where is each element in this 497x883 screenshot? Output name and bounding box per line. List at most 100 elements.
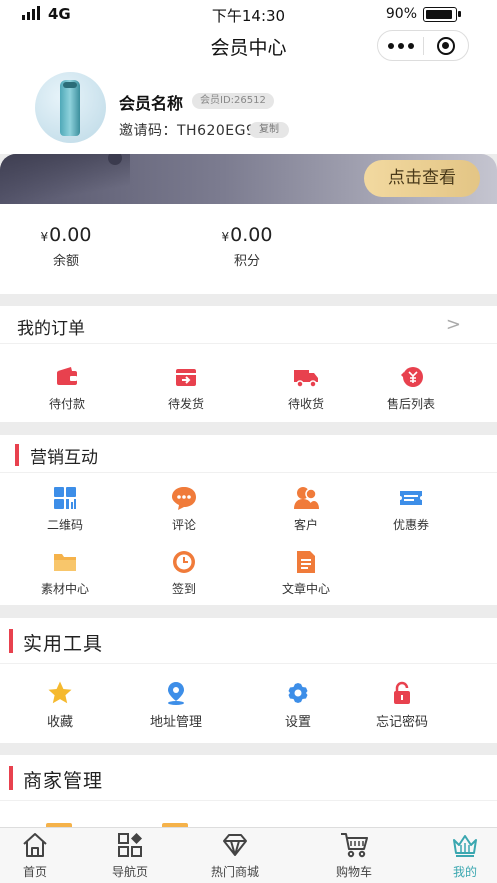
marketing-item-customer[interactable]: 客户 bbox=[261, 485, 351, 533]
home-icon bbox=[23, 833, 47, 857]
order-item-pending-payment[interactable]: 待付款 bbox=[22, 364, 112, 412]
marketing-item-checkin[interactable]: 签到 bbox=[139, 549, 229, 597]
marketing-item-label: 客户 bbox=[293, 518, 318, 532]
tab-label: 热门商城 bbox=[210, 865, 259, 879]
orders-section: 我的订单 > 待付款 待发货 待收货 售后列表 bbox=[0, 306, 497, 422]
copy-button[interactable]: 复制 bbox=[249, 122, 289, 138]
marketing-item-label: 文章中心 bbox=[281, 582, 330, 596]
status-bar: 4G 下午14:30 90% bbox=[0, 0, 497, 28]
order-item-pending-shipment[interactable]: 待发货 bbox=[141, 364, 231, 412]
member-name: 会员名称 bbox=[119, 94, 184, 113]
qrcode-icon bbox=[54, 487, 76, 509]
tools-section: 实用工具 收藏 地址管理 设置 忘记密码 bbox=[0, 618, 497, 743]
tab-label: 首页 bbox=[22, 865, 47, 879]
tab-home[interactable]: 首页 bbox=[0, 831, 75, 880]
clock-icon bbox=[173, 551, 195, 573]
tool-item-label: 收藏 bbox=[46, 715, 73, 730]
close-target-icon[interactable] bbox=[424, 36, 468, 55]
lock-icon bbox=[394, 681, 410, 704]
chevron-right-icon[interactable]: > bbox=[446, 314, 461, 335]
location-icon bbox=[168, 682, 184, 705]
member-center-page: 4G 下午14:30 90% 会员中心 会员名称 会员ID:26512 邀请码：… bbox=[0, 0, 497, 883]
marketing-item-label: 素材中心 bbox=[40, 582, 89, 596]
section-accent-bar bbox=[9, 629, 13, 653]
diamond-icon bbox=[223, 834, 247, 856]
tool-item-settings[interactable]: 设置 bbox=[253, 680, 343, 730]
order-item-pending-receipt[interactable]: 待收货 bbox=[261, 364, 351, 412]
tool-item-label: 忘记密码 bbox=[375, 715, 428, 730]
merchant-header: 商家管理 bbox=[0, 755, 497, 801]
tab-mine[interactable]: 我的 bbox=[425, 831, 497, 880]
refund-icon bbox=[401, 367, 423, 387]
truck-icon bbox=[294, 370, 318, 388]
marketing-item-comment[interactable]: 评论 bbox=[139, 485, 229, 533]
points-stat[interactable]: ¥0.00 积分 bbox=[187, 224, 307, 269]
marketing-item-label: 评论 bbox=[171, 518, 196, 532]
balance-value: ¥0.00 bbox=[40, 224, 92, 246]
balance-stat[interactable]: ¥0.00 余额 bbox=[6, 224, 126, 269]
tools-title: 实用工具 bbox=[23, 633, 104, 655]
tab-hot-mall[interactable]: 热门商城 bbox=[195, 831, 275, 880]
profile-header: 会员名称 会员ID:26512 邀请码：TH620EG9 复制 bbox=[0, 66, 497, 154]
crown-icon bbox=[453, 835, 477, 857]
orders-header[interactable]: 我的订单 > bbox=[0, 306, 497, 344]
customer-icon bbox=[294, 487, 319, 509]
tab-cart[interactable]: 购物车 bbox=[314, 831, 394, 880]
gear-icon bbox=[288, 683, 308, 703]
invite-code: 邀请码：TH620EG9 bbox=[119, 123, 256, 139]
balance-label: 余额 bbox=[52, 254, 79, 269]
coupon-icon bbox=[400, 491, 422, 505]
wallet-icon bbox=[57, 367, 77, 385]
member-id-badge: 会员ID:26512 bbox=[192, 93, 274, 109]
battery-icon bbox=[423, 7, 461, 22]
tab-navigation[interactable]: 导航页 bbox=[90, 831, 170, 880]
points-value: ¥0.00 bbox=[221, 224, 273, 246]
tool-item-favorites[interactable]: 收藏 bbox=[15, 680, 105, 730]
tools-header: 实用工具 bbox=[0, 618, 497, 664]
member-banner: 点击查看 bbox=[0, 154, 497, 204]
cart-icon bbox=[341, 833, 368, 858]
folder-icon bbox=[54, 554, 76, 571]
star-icon bbox=[48, 681, 72, 704]
article-icon bbox=[297, 551, 315, 573]
grid-icon bbox=[118, 833, 142, 857]
tool-item-forgot-password[interactable]: 忘记密码 bbox=[357, 680, 447, 730]
avatar[interactable] bbox=[35, 72, 106, 143]
box-icon bbox=[176, 369, 196, 386]
order-item-label: 待收货 bbox=[287, 397, 324, 411]
comment-icon bbox=[172, 487, 196, 510]
marketing-item-coupon[interactable]: 优惠券 bbox=[366, 485, 456, 533]
view-button[interactable]: 点击查看 bbox=[364, 160, 480, 197]
tool-item-label: 设置 bbox=[284, 715, 311, 730]
marketing-item-label: 优惠券 bbox=[392, 518, 429, 532]
order-item-label: 售后列表 bbox=[386, 397, 435, 411]
points-label: 积分 bbox=[233, 254, 260, 269]
order-item-label: 待发货 bbox=[167, 397, 204, 411]
nav-bar: 会员中心 bbox=[0, 28, 497, 66]
battery-percent: 90% bbox=[385, 6, 417, 22]
tab-label: 我的 bbox=[452, 865, 477, 879]
marketing-item-label: 二维码 bbox=[46, 518, 83, 532]
merchant-title: 商家管理 bbox=[23, 770, 104, 792]
marketing-item-label: 签到 bbox=[171, 582, 196, 596]
tab-label: 购物车 bbox=[335, 865, 372, 879]
marketing-title: 营销互动 bbox=[30, 448, 98, 468]
balance-panel: ¥0.00 余额 ¥0.00 积分 bbox=[0, 204, 497, 294]
order-item-label: 待付款 bbox=[48, 397, 85, 411]
order-item-after-sales[interactable]: 售后列表 bbox=[366, 364, 456, 412]
orders-title: 我的订单 bbox=[17, 319, 85, 339]
marketing-item-articles[interactable]: 文章中心 bbox=[261, 549, 351, 597]
tool-item-address[interactable]: 地址管理 bbox=[131, 680, 221, 730]
marketing-item-qrcode[interactable]: 二维码 bbox=[20, 485, 110, 533]
marketing-section: 营销互动 二维码 评论 客户 优惠券 素材中心 签到 文章中心 bbox=[0, 435, 497, 605]
more-icon[interactable] bbox=[378, 42, 423, 49]
marketing-header: 营销互动 bbox=[0, 435, 497, 473]
merchant-section: 商家管理 bbox=[0, 755, 497, 835]
tool-item-label: 地址管理 bbox=[149, 715, 202, 730]
mini-program-capsule bbox=[377, 30, 469, 61]
tab-bar: 首页 导航页 热门商城 购物车 我的 bbox=[0, 827, 497, 883]
tab-label: 导航页 bbox=[111, 865, 148, 879]
section-accent-bar bbox=[9, 766, 13, 790]
marketing-item-materials[interactable]: 素材中心 bbox=[20, 549, 110, 597]
section-accent-bar bbox=[15, 444, 19, 466]
